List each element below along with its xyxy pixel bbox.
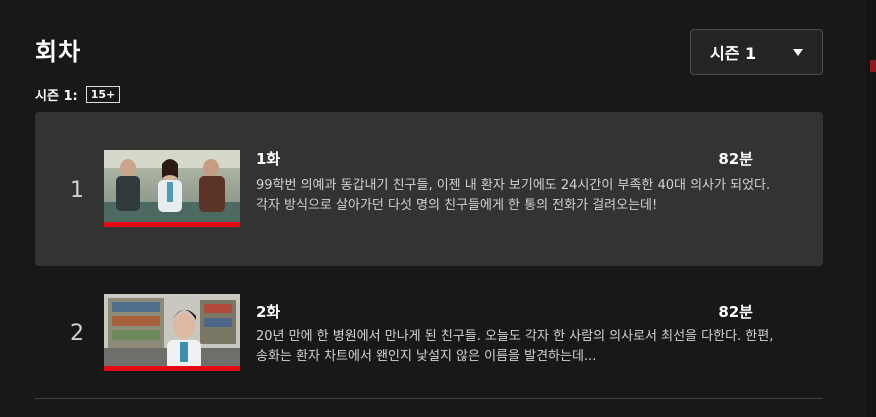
- right-edge-strip: [866, 0, 876, 417]
- episode-thumbnail[interactable]: [104, 150, 240, 227]
- episode-number: 2: [70, 321, 84, 346]
- episode-description: 99학번 의예과 동갑내기 친구들, 이젠 내 환자 보기에도 24시간이 부족…: [256, 178, 771, 213]
- episode-title: 2화: [256, 303, 281, 321]
- maturity-rating-badge: 15+: [85, 86, 121, 103]
- episode-duration: 82분: [718, 303, 753, 321]
- episode-number: 1: [70, 178, 84, 203]
- season-label: 시즌 1:: [35, 89, 78, 104]
- episode-thumbnail[interactable]: [104, 294, 240, 371]
- episode-description: 20년 만에 한 병원에서 만나게 된 친구들. 오늘도 각자 한 사람의 의사…: [256, 329, 774, 364]
- thumbnail-image-icon: [104, 150, 240, 227]
- episode-item[interactable]: 1 1화 82분 99학번 의예과 동갑내기 친구들, 이젠 내 환자 보기에도…: [35, 112, 823, 266]
- thumbnail-image-icon: [104, 294, 240, 371]
- season-dropdown[interactable]: 시즌 1: [690, 29, 823, 75]
- episode-item[interactable]: 2 2화 82분 20년 만에 한 병원에서 만나게 된 친구들. 오늘도 각자…: [35, 266, 823, 399]
- watch-progress-bar: [104, 222, 240, 227]
- edge-accent-mark: [870, 60, 876, 72]
- season-dropdown-label: 시즌 1: [710, 44, 757, 63]
- caret-down-icon: [793, 49, 803, 56]
- watch-progress-bar: [104, 366, 240, 371]
- page-title: 회차: [35, 38, 82, 66]
- episode-title: 1화: [256, 150, 281, 168]
- season-info: 시즌 1: 15+: [35, 85, 121, 104]
- episode-duration: 82분: [718, 150, 753, 168]
